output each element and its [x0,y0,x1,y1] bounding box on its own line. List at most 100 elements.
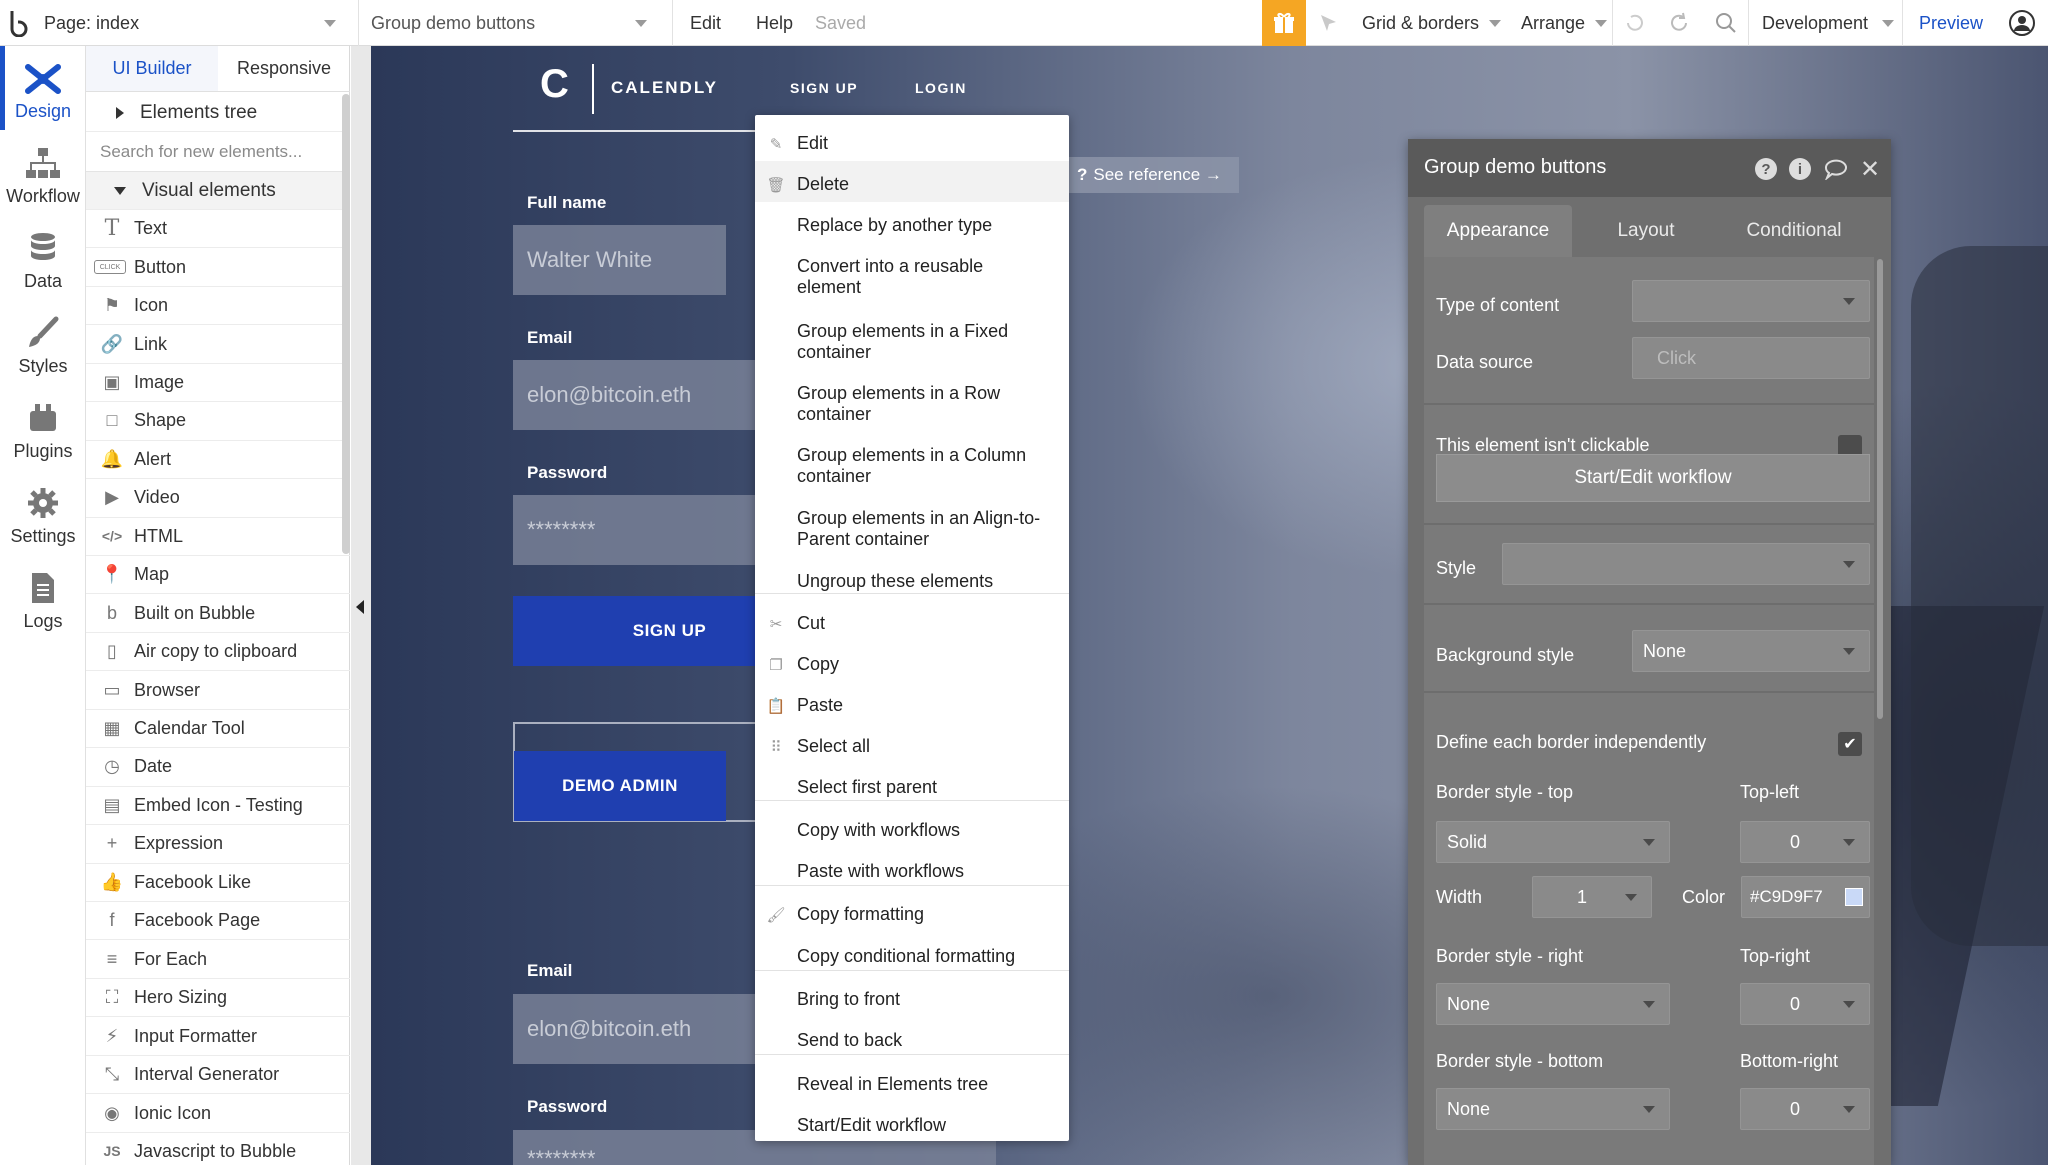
context-menu-item[interactable]: Send to back [755,1022,1069,1058]
background-style-dropdown[interactable]: None [1632,630,1870,672]
element-item[interactable]: JS Javascript to Bubble [86,1133,350,1165]
style-dropdown[interactable] [1502,543,1870,585]
menu-help[interactable]: Help [756,0,793,46]
context-menu-item[interactable]: Copy with workflows [755,812,1069,848]
undo-icon[interactable] [1622,0,1646,46]
element-item[interactable]: ◉ Ionic Icon [86,1094,350,1133]
element-item[interactable]: ▦ Calendar Tool [86,710,350,749]
context-menu-item[interactable]: Replace by another type [755,207,1069,243]
avatar[interactable] [2008,0,2036,46]
element-item[interactable]: ⚡ Input Formatter [86,1017,350,1056]
context-menu-item[interactable]: 🖌 Copy formatting [755,896,1069,932]
grid-borders-menu[interactable]: Grid & borders [1362,0,1502,46]
gift-icon[interactable] [1262,0,1306,46]
rail-item-plugins[interactable]: Plugins [0,386,86,470]
see-reference-link[interactable]: ? See reference → [1067,157,1239,193]
arrange-menu[interactable]: Arrange [1521,0,1608,46]
element-item[interactable]: </> HTML [86,518,350,556]
email-input[interactable]: elon@bitcoin.eth [513,360,763,430]
element-item[interactable]: ▤ Embed Icon - Testing [86,787,350,826]
define-border-checkbox[interactable]: ✔ [1838,732,1862,756]
element-item[interactable]: ▶ Video [86,479,350,518]
element-item[interactable]: ≡ For Each [86,941,350,979]
data-source-field[interactable]: Click [1632,337,1870,379]
nav-login-link[interactable]: LOGIN [915,80,967,96]
page-selector[interactable]: Page: index [44,0,350,46]
rail-item-workflow[interactable]: Workflow [0,131,86,215]
element-item[interactable]: ⤡ Interval Generator [86,1056,350,1095]
redo-icon[interactable] [1668,0,1692,46]
preview-button[interactable]: Preview [1919,0,1983,46]
border-bottom-dropdown[interactable]: None [1436,1088,1670,1130]
elements-tree-toggle[interactable]: Elements tree [86,94,350,132]
tab-responsive[interactable]: Responsive [218,46,350,91]
rail-item-styles[interactable]: Styles [0,301,86,385]
collapse-panel-icon[interactable] [356,600,364,614]
element-selector[interactable]: Group demo buttons [371,0,661,46]
help-icon[interactable]: ? [1755,158,1777,180]
start-edit-workflow-button[interactable]: Start/Edit workflow [1436,454,1870,502]
context-menu-item[interactable]: Group elements in a Fixed container [755,313,1069,369]
element-item[interactable]: ◷ Date [86,748,350,787]
demo-admin-button[interactable]: DEMO ADMIN [514,751,726,821]
context-menu-item[interactable]: Group elements in a Row container [755,375,1069,431]
visual-elements-toggle[interactable]: Visual elements [86,172,350,210]
context-menu-item[interactable]: 📋 Paste [755,687,1069,723]
menu-edit[interactable]: Edit [690,0,721,46]
element-item[interactable]: ⛶ Hero Sizing [86,979,350,1018]
context-menu-item[interactable]: ✂ Cut [755,605,1069,641]
nav-signup-link[interactable]: SIGN UP [790,80,858,96]
element-item[interactable]: 📍 Map [86,556,350,595]
context-menu-item[interactable]: Group elements in an Align-to-Parent con… [755,500,1069,556]
element-item[interactable]: 👍 Facebook Like [86,864,350,903]
email2-input[interactable]: elon@bitcoin.eth [513,994,763,1064]
bubble-logo-icon[interactable] [6,0,32,46]
cursor-icon[interactable] [1318,0,1340,46]
password-input[interactable]: ******** [513,495,763,565]
fullname-input[interactable]: Walter White [513,225,726,295]
close-icon[interactable]: ✕ [1860,155,1880,184]
context-menu-item[interactable]: ⠿ Select all [755,728,1069,764]
element-item[interactable]: ▭ Browser [86,671,350,710]
context-menu-item[interactable]: Reveal in Elements tree [755,1066,1069,1102]
context-menu-item[interactable]: 🗑 Delete [755,161,1069,202]
element-item[interactable]: b Built on Bubble [86,595,350,633]
context-menu-item[interactable]: ✎ Edit [755,125,1069,161]
tab-appearance[interactable]: Appearance [1424,205,1572,257]
context-menu-item[interactable]: Start/Edit workflow [755,1107,1069,1143]
property-editor-header[interactable]: Group demo buttons ? i ✕ [1408,139,1891,197]
rail-item-logs[interactable]: Logs [0,556,86,640]
tab-layout[interactable]: Layout [1572,205,1720,257]
comment-icon[interactable] [1824,158,1848,185]
element-item[interactable]: T Text [86,210,350,249]
search-elements-input[interactable] [86,132,350,172]
element-item[interactable]: f Facebook Page [86,902,350,941]
property-editor-scrollbar[interactable] [1877,259,1883,719]
context-menu-item[interactable]: Group elements in a Column container [755,437,1069,493]
tab-ui-builder[interactable]: UI Builder [86,46,218,91]
rail-item-data[interactable]: Data [0,216,86,300]
context-menu-item[interactable]: Convert into a reusable element [755,248,1069,304]
border-top-dropdown[interactable]: Solid [1436,821,1670,863]
color-picker[interactable]: #C9D9F7 [1741,876,1870,918]
top-right-dropdown[interactable]: 0 [1740,983,1870,1025]
element-item[interactable]: + Expression [86,825,350,864]
tab-conditional[interactable]: Conditional [1720,205,1868,257]
bottom-right-dropdown[interactable]: 0 [1740,1088,1870,1130]
rail-item-design[interactable]: Design [0,46,86,130]
search-icon[interactable] [1714,0,1738,46]
info-icon[interactable]: i [1789,158,1811,180]
context-menu-item[interactable]: Bring to front [755,981,1069,1017]
environment-selector[interactable]: Development [1762,0,1895,46]
context-menu-item[interactable]: ❐ Copy [755,646,1069,682]
context-menu-item[interactable]: Copy conditional formatting [755,938,1069,974]
context-menu-item[interactable]: Paste with workflows [755,853,1069,889]
element-item[interactable]: ▣ Image [86,364,350,403]
type-of-content-dropdown[interactable] [1632,280,1870,322]
element-item[interactable]: CLICK Button [86,248,350,287]
element-item[interactable]: 🔗 Link [86,325,350,364]
border-right-dropdown[interactable]: None [1436,983,1670,1025]
width-dropdown[interactable]: 1 [1532,876,1652,918]
element-item[interactable]: ⚑ Icon [86,287,350,326]
element-item[interactable]: ▯ Air copy to clipboard [86,633,350,672]
